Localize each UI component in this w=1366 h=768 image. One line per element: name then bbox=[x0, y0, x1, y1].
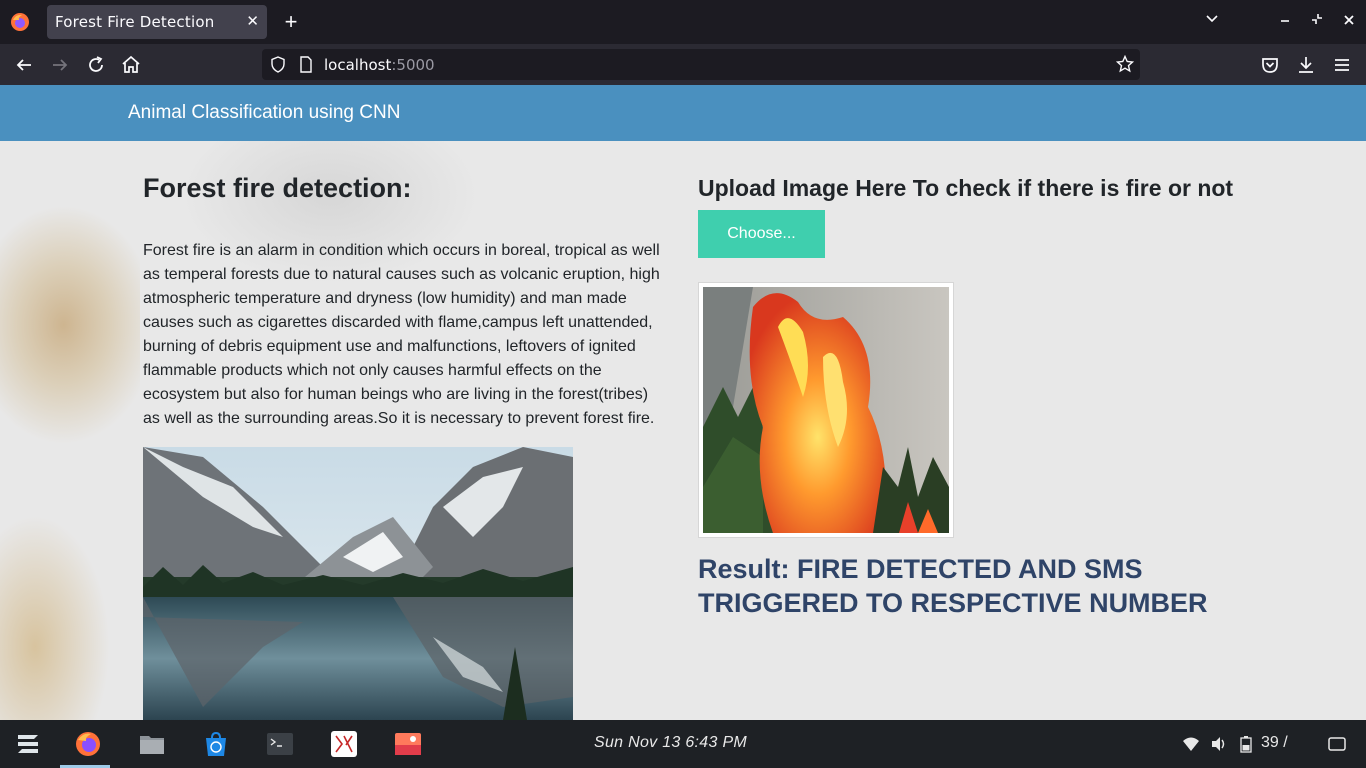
files-icon[interactable] bbox=[138, 730, 166, 758]
section-title: Forest fire detection: bbox=[143, 173, 412, 203]
tab-title: Forest Fire Detection bbox=[55, 13, 215, 31]
tab-forest-fire-detection[interactable]: Forest Fire Detection ✕ bbox=[47, 5, 267, 39]
forward-arrow-icon[interactable] bbox=[48, 53, 72, 77]
url-bar[interactable]: localhost:5000 bbox=[262, 49, 1140, 80]
close-window-icon[interactable] bbox=[1338, 10, 1360, 32]
terminal-icon[interactable] bbox=[266, 730, 294, 758]
shield-icon[interactable] bbox=[270, 56, 286, 73]
taskbar: Sun Nov 13 6:43 PM 39 / bbox=[0, 720, 1366, 768]
list-tabs-chevron-icon[interactable] bbox=[1201, 10, 1223, 32]
bookmark-star-icon[interactable] bbox=[1116, 55, 1134, 73]
new-tab-plus-icon[interactable]: + bbox=[280, 9, 302, 35]
software-store-icon[interactable] bbox=[202, 730, 230, 758]
page-info-icon[interactable] bbox=[298, 56, 314, 73]
url-text[interactable]: localhost:5000 bbox=[324, 56, 435, 74]
screenshot-app-icon[interactable] bbox=[394, 730, 422, 758]
battery-icon[interactable] bbox=[1240, 735, 1252, 753]
text-editor-icon[interactable] bbox=[330, 730, 358, 758]
choose-file-button[interactable]: Choose... bbox=[698, 210, 825, 258]
site-header: Animal Classification using CNN bbox=[0, 85, 1366, 141]
uploaded-image-preview bbox=[698, 282, 954, 538]
browser-nav-bar: localhost:5000 bbox=[0, 44, 1366, 85]
description-text: Forest fire is an alarm in condition whi… bbox=[143, 242, 660, 427]
menu-hamburger-icon[interactable] bbox=[1330, 53, 1354, 77]
wifi-icon[interactable] bbox=[1182, 736, 1200, 752]
browser-tab-bar: Forest Fire Detection ✕ + bbox=[0, 0, 1366, 44]
background-blur-shape bbox=[0, 205, 140, 445]
mountain-lake-image bbox=[143, 447, 573, 720]
downloads-icon[interactable] bbox=[1294, 53, 1318, 77]
home-icon[interactable] bbox=[119, 53, 143, 77]
battery-percent[interactable]: 39 / bbox=[1261, 734, 1288, 752]
background-blur-shape bbox=[0, 515, 110, 720]
firefox-icon bbox=[11, 13, 29, 31]
pocket-icon[interactable] bbox=[1258, 53, 1282, 77]
minimize-icon[interactable] bbox=[1274, 10, 1296, 32]
back-arrow-icon[interactable] bbox=[12, 53, 36, 77]
clock[interactable]: Sun Nov 13 6:43 PM bbox=[594, 734, 747, 752]
reload-icon[interactable] bbox=[84, 53, 108, 77]
brand-link[interactable]: Animal Classification using CNN bbox=[128, 102, 400, 124]
volume-icon[interactable] bbox=[1210, 735, 1228, 753]
firefox-taskbar-icon[interactable] bbox=[74, 730, 102, 758]
zorin-menu-icon[interactable] bbox=[14, 730, 42, 758]
upload-title: Upload Image Here To check if there is f… bbox=[698, 175, 1234, 201]
close-tab-icon[interactable]: ✕ bbox=[246, 12, 259, 30]
show-desktop-icon[interactable] bbox=[1328, 737, 1346, 751]
web-page: Animal Classification using CNN Forest f… bbox=[0, 85, 1366, 720]
result-text: Result: FIRE DETECTED AND SMS TRIGGERED … bbox=[698, 554, 1208, 618]
restore-icon[interactable] bbox=[1306, 10, 1328, 32]
